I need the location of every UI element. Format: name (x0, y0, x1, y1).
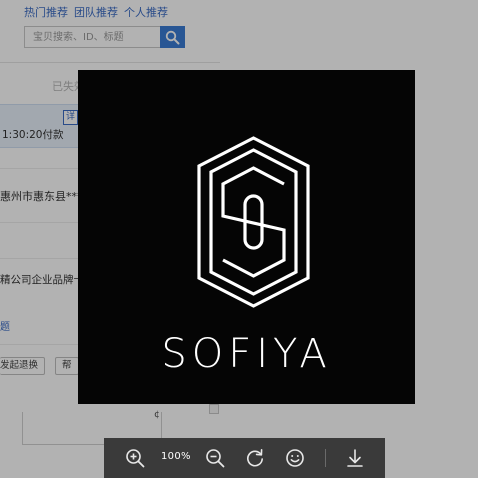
sofiya-logo-emblem (197, 136, 310, 308)
face-button[interactable] (283, 446, 307, 470)
toolbar-divider (325, 449, 326, 467)
download-icon (347, 449, 363, 467)
zoom-out-button[interactable] (203, 446, 227, 470)
viewer-toolbar: 100% (104, 438, 385, 478)
image-preview: SOFIYA (78, 70, 415, 404)
zoom-out-icon (206, 449, 225, 468)
rotate-button[interactable] (243, 446, 267, 470)
zoom-in-icon (126, 449, 145, 468)
zoom-level: 100% (161, 451, 191, 462)
brand-wordmark: SOFIYA (161, 331, 332, 377)
zoom-in-button[interactable] (123, 446, 147, 470)
rotate-icon (247, 448, 263, 467)
smiley-icon (286, 449, 304, 467)
download-button[interactable] (343, 446, 367, 470)
